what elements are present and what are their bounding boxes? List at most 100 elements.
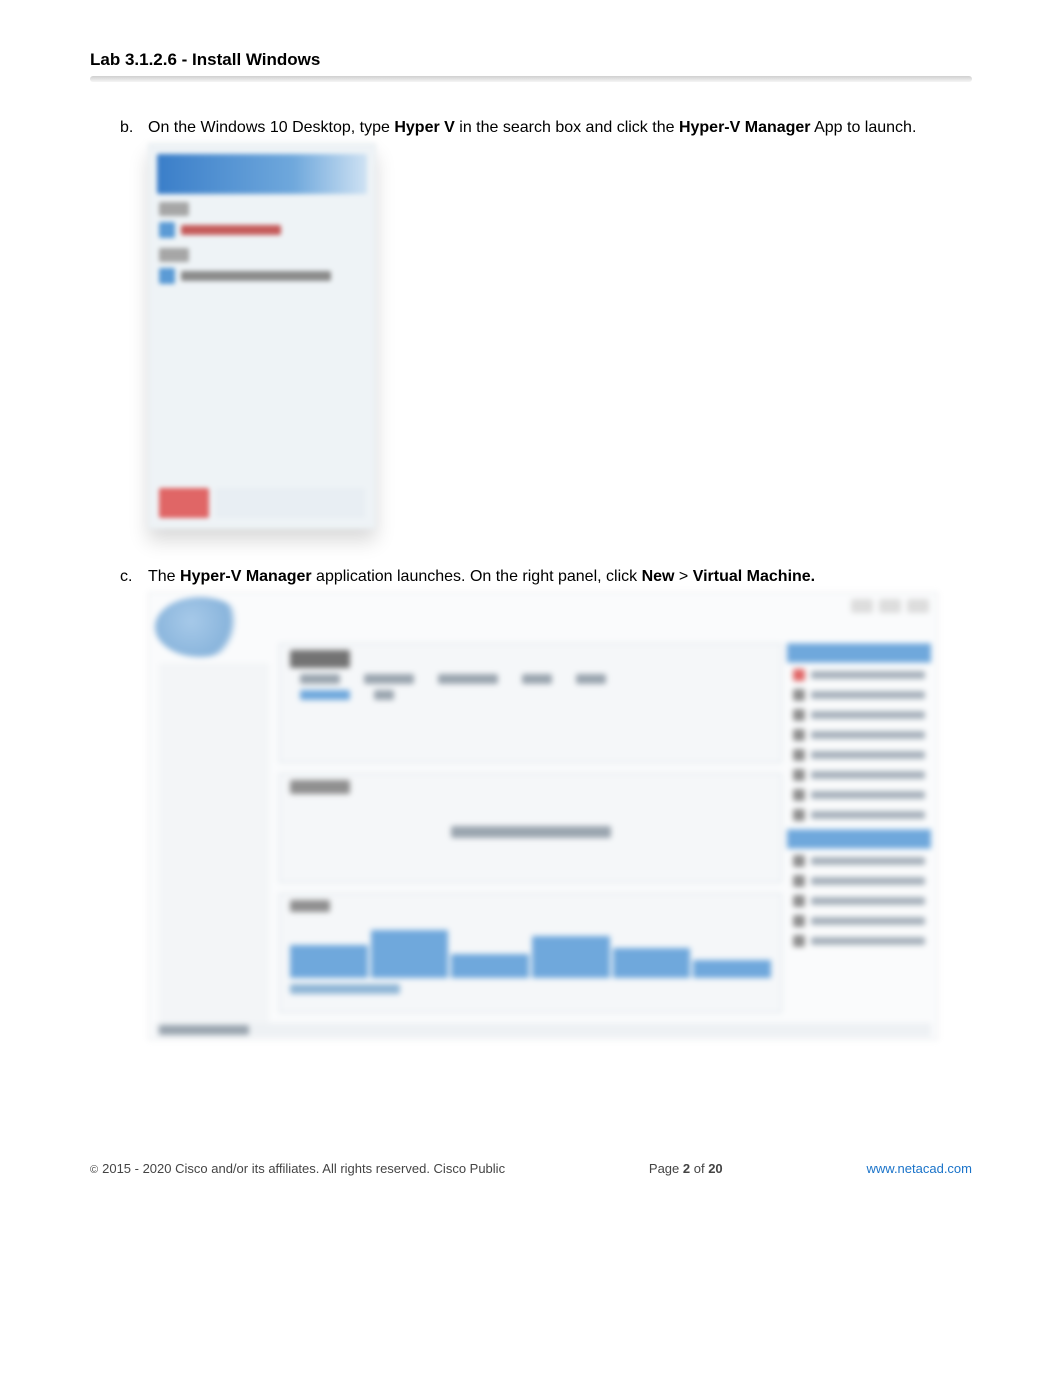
text-fragment: On the Windows 10 Desktop, type [148,119,394,136]
search-result-row [159,266,365,286]
action-item [793,787,925,803]
close-icon [907,599,929,613]
action-item [793,767,925,783]
action-label-line [811,771,925,779]
copyright-text: 2015 - 2020 Cisco and/or its affiliates.… [102,1161,505,1176]
action-icon [793,689,805,701]
action-label-line [811,917,925,925]
actions-group-header [787,643,931,663]
action-label-line [811,811,925,819]
step-letter: b. [120,116,148,557]
app-name-line [181,225,281,235]
action-icon [793,895,805,907]
action-icon [793,875,805,887]
action-label-line [811,691,925,699]
detail-footer-line [290,984,400,994]
bold-hyper-v: Hyper V [394,119,454,136]
action-item [793,873,925,889]
status-text [159,1025,249,1035]
taskbar-area [159,488,365,518]
bold-virtual-machine: Virtual Machine. [693,568,815,585]
action-item [793,667,925,683]
action-label-line [811,711,925,719]
category-label [159,248,189,262]
document-page: Lab 3.1.2.6 - Install Windows b. On the … [0,0,1062,1376]
copyright: © 2015 - 2020 Cisco and/or its affiliate… [90,1161,505,1176]
text-fragment: > [674,568,692,585]
action-item [793,727,925,743]
page-label: Page [649,1161,683,1176]
text-fragment: application launches. On the right panel… [312,568,642,585]
copyright-symbol: © [90,1164,98,1176]
page-of-label: of [690,1161,708,1176]
column-headers [300,674,761,686]
lab-title: Lab 3.1.2.6 - Install Windows [90,50,972,76]
text-fragment: App to launch. [811,119,917,136]
start-button-placeholder [159,488,209,518]
netacad-link[interactable]: www.netacad.com [867,1161,973,1176]
header-divider [90,76,972,82]
action-label-line [811,877,925,885]
checkpoints-panel [279,773,782,883]
hyperv-logo-icon [155,597,245,657]
vm-row [300,690,761,702]
action-icon [793,749,805,761]
action-icon [793,709,805,721]
text-fragment: in the search box and click the [455,119,679,136]
action-item [793,893,925,909]
status-bar [155,1023,931,1037]
app-icon [159,268,175,284]
step-c: c. The Hyper-V Manager application launc… [120,565,942,1070]
action-icon [793,769,805,781]
page-total: 20 [708,1161,722,1176]
app-name-line [181,271,331,281]
maximize-icon [879,599,901,613]
actions-group-header [787,829,931,849]
action-item [793,687,925,703]
action-label-line [811,671,925,679]
search-result-header [157,154,367,194]
action-label-line [811,897,925,905]
panel-header [290,650,350,668]
step-text: On the Windows 10 Desktop, type Hyper V … [148,116,942,557]
step-letter: c. [120,565,148,1070]
bold-hyper-v-manager: Hyper-V Manager [679,119,811,136]
center-panels [279,643,782,1027]
action-item [793,707,925,723]
bold-new: New [642,568,675,585]
panel-header [290,780,350,794]
action-icon [793,789,805,801]
vm-list-panel [279,643,782,763]
actions-panel [787,643,931,1027]
action-label-line [811,791,925,799]
tree-panel [159,663,269,1027]
window-controls [851,599,929,613]
action-item [793,933,925,949]
action-icon [793,809,805,821]
screenshot-start-menu-search [148,143,376,529]
app-icon [159,222,175,238]
action-icon [793,935,805,947]
actions-group [787,643,931,823]
action-icon [793,729,805,741]
actions-group [787,829,931,949]
screenshot-hyperv-manager [148,592,938,1040]
category-label [159,202,189,216]
body-content: b. On the Windows 10 Desktop, type Hyper… [90,116,972,1070]
details-panel [279,893,782,1013]
step-b: b. On the Windows 10 Desktop, type Hyper… [120,116,942,557]
action-icon [793,669,805,681]
search-box-placeholder [215,488,365,518]
page-footer: © 2015 - 2020 Cisco and/or its affiliate… [90,1161,972,1176]
page-number: Page 2 of 20 [649,1161,723,1176]
search-result-row [159,220,365,240]
action-item [793,747,925,763]
step-text: The Hyper-V Manager application launches… [148,565,942,1070]
action-label-line [811,751,925,759]
bold-hyper-v-manager: Hyper-V Manager [180,568,312,585]
minimize-icon [851,599,873,613]
action-item [793,853,925,869]
action-label-line [811,731,925,739]
text-fragment: The [148,568,180,585]
action-item [793,913,925,929]
